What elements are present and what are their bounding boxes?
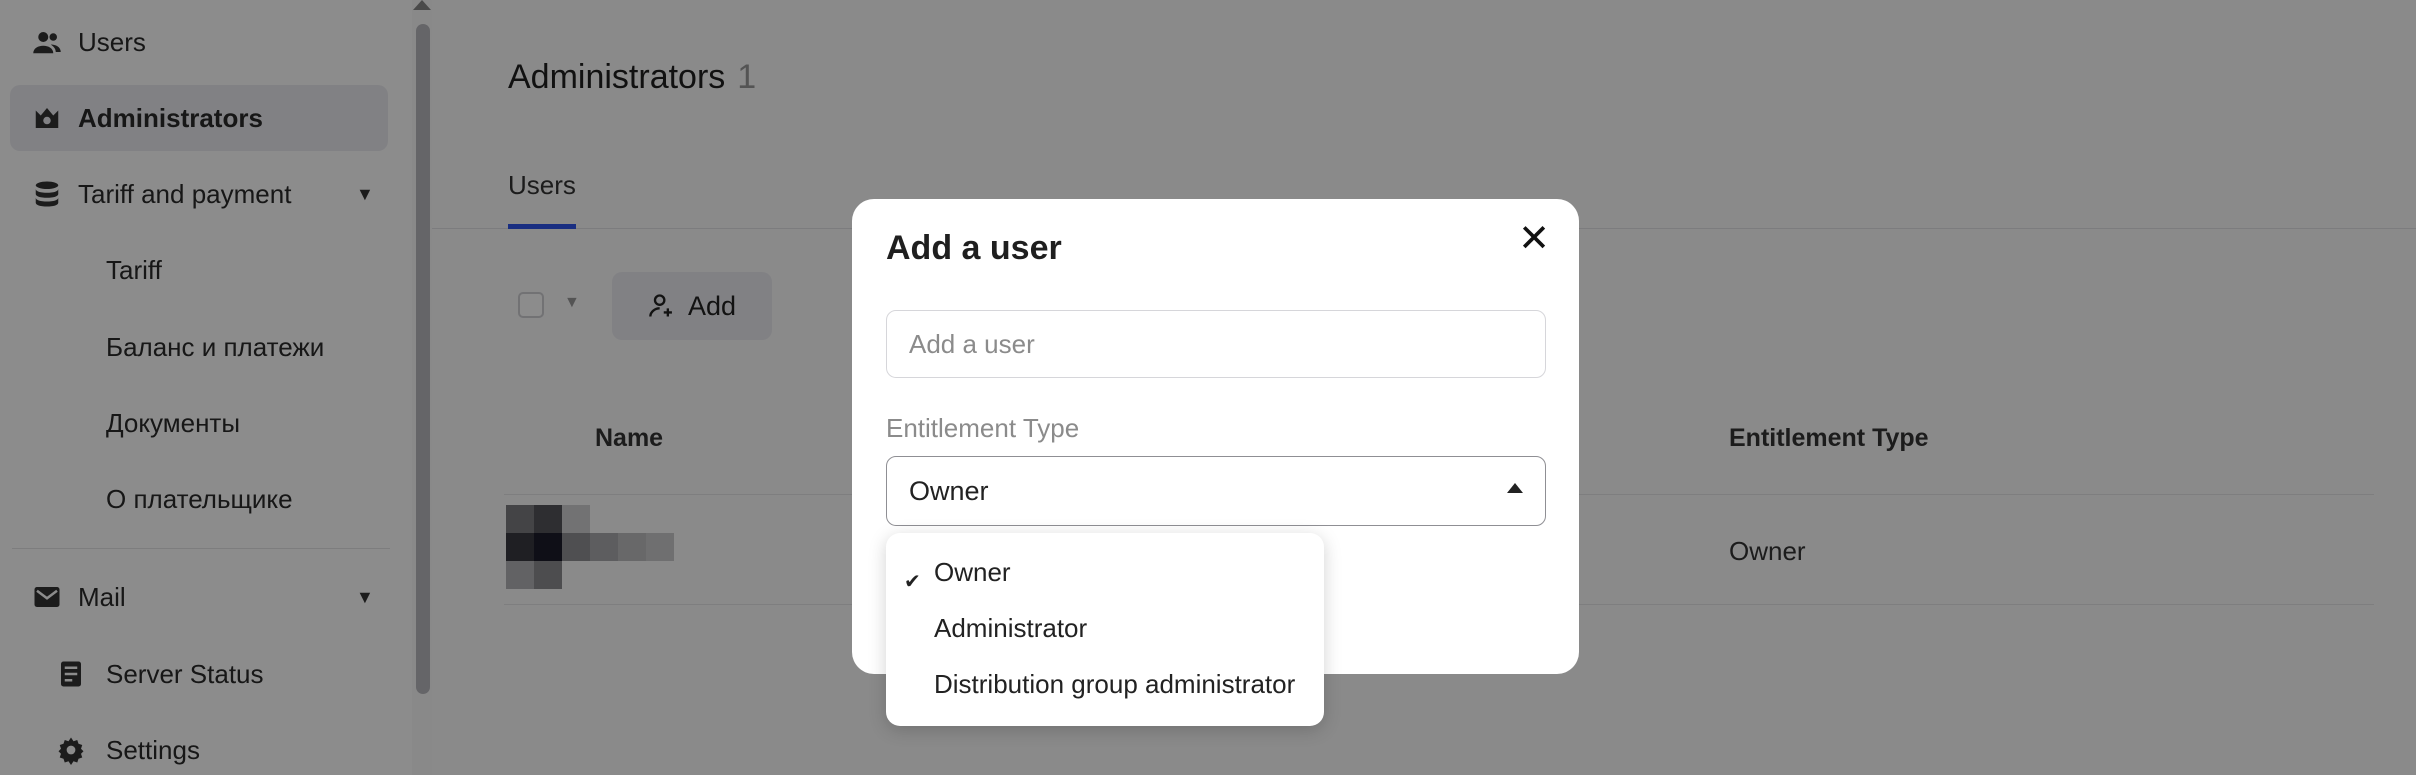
entitlement-type-label: Entitlement Type	[886, 413, 1080, 443]
dialog-title: Add a user	[886, 229, 1062, 267]
option-distribution-group-administrator[interactable]: Distribution group administrator	[934, 669, 1295, 700]
close-icon[interactable]: ✕	[1514, 219, 1554, 259]
chevron-up-icon	[1507, 483, 1523, 493]
option-administrator[interactable]: Administrator	[934, 613, 1087, 644]
entitlement-type-select[interactable]: Owner	[886, 456, 1546, 526]
add-user-input[interactable]	[886, 310, 1546, 378]
entitlement-dropdown: ✔ Owner Administrator Distribution group…	[886, 533, 1324, 726]
check-icon: ✔	[904, 571, 921, 593]
option-owner[interactable]: Owner	[934, 557, 1011, 588]
select-value: Owner	[909, 475, 989, 506]
